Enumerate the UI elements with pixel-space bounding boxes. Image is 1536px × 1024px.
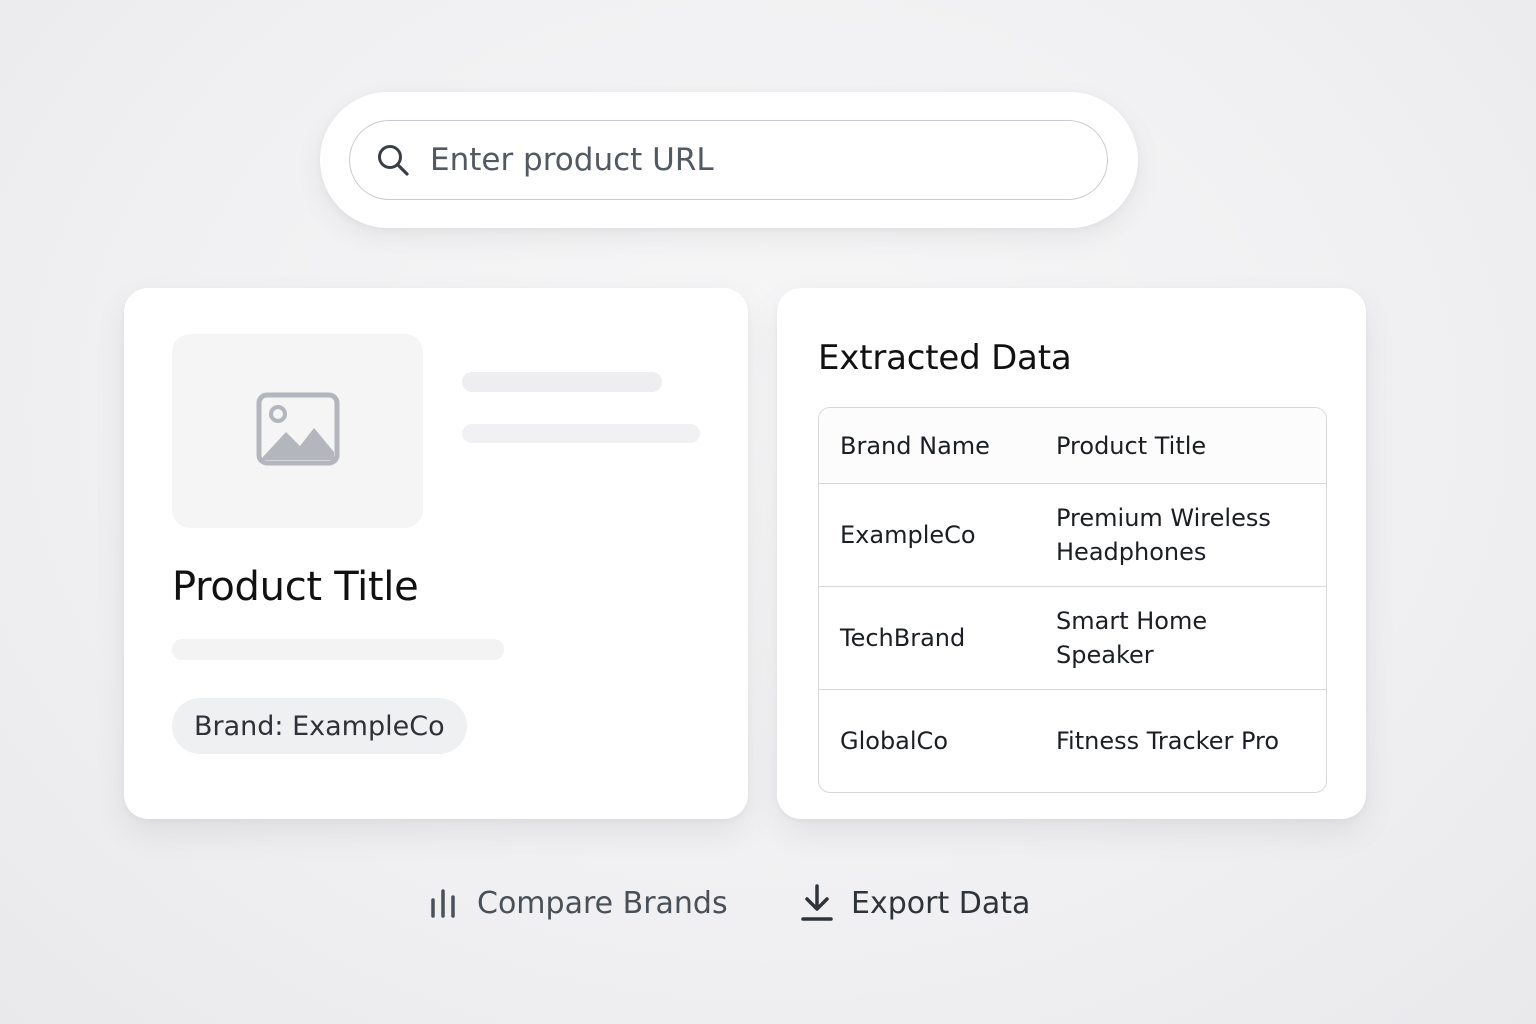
brand-cell: ExampleCo <box>840 521 976 549</box>
column-header-brand: Brand Name <box>840 431 990 460</box>
table-row: TechBrand Smart Home Speaker <box>819 586 1326 689</box>
table-row: GlobalCo Fitness Tracker Pro <box>819 689 1326 792</box>
table-header-row: Brand Name Product Title <box>819 408 1326 483</box>
product-cell: Fitness Tracker Pro <box>1056 727 1280 755</box>
skeleton-line <box>462 372 662 392</box>
extracted-data-table: Brand Name Product Title ExampleCo Premi… <box>818 407 1327 793</box>
product-cell: Smart Home Speaker <box>1056 607 1208 669</box>
brand-badge: Brand: ExampleCo <box>172 698 467 754</box>
search-field[interactable] <box>349 120 1108 200</box>
search-bar-container <box>320 92 1138 228</box>
skeleton-line <box>172 639 504 660</box>
brand-cell: GlobalCo <box>840 727 948 755</box>
compare-brands-button[interactable]: Compare Brands <box>426 878 728 928</box>
image-icon <box>256 392 340 470</box>
brand-cell: TechBrand <box>840 624 966 652</box>
column-header-product: Product Title <box>1056 431 1207 460</box>
product-title: Product Title <box>172 564 419 610</box>
extracted-data-card: Extracted Data Brand Name Product Title … <box>777 288 1366 819</box>
product-preview-card: Product Title Brand: ExampleCo <box>124 288 748 819</box>
download-icon <box>800 883 834 923</box>
skeleton-line <box>462 424 700 443</box>
search-input[interactable] <box>430 142 1070 178</box>
export-data-button[interactable]: Export Data <box>800 878 1030 928</box>
product-image-placeholder <box>172 334 423 528</box>
table-row: ExampleCo Premium Wireless Headphones <box>819 483 1326 586</box>
compare-brands-label: Compare Brands <box>477 885 728 921</box>
search-icon <box>376 143 410 177</box>
bar-chart-icon <box>426 883 460 923</box>
extracted-data-title: Extracted Data <box>818 338 1072 378</box>
product-cell: Premium Wireless Headphones <box>1056 504 1271 566</box>
export-data-label: Export Data <box>851 885 1031 921</box>
